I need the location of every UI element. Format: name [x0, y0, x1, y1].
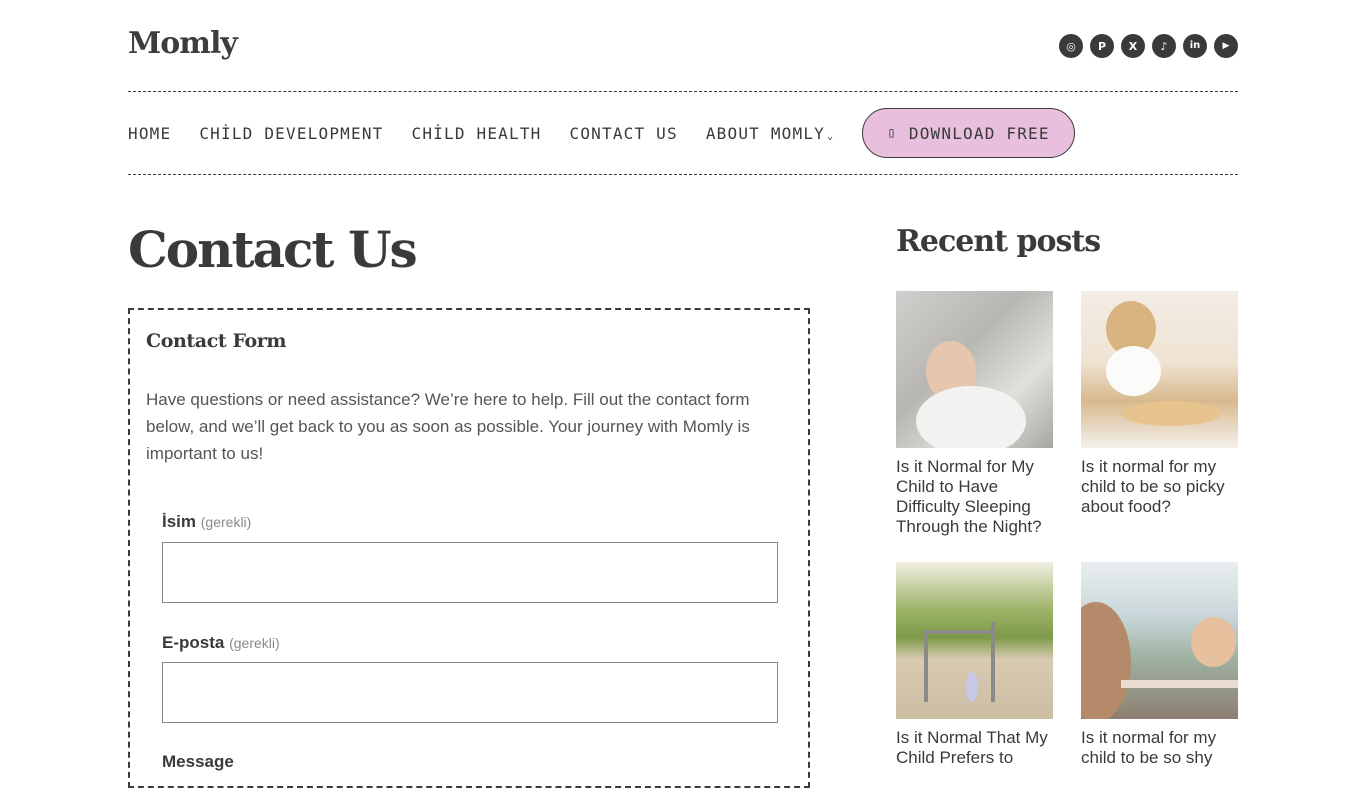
pinterest-icon[interactable]: P	[1090, 34, 1114, 58]
header-divider-top	[128, 91, 1238, 92]
x-icon[interactable]: X	[1121, 34, 1145, 58]
message-label: Message	[162, 752, 234, 771]
recent-post[interactable]: Is it Normal That My Child Prefers to	[896, 562, 1053, 768]
instagram-icon[interactable]: ◎	[1059, 34, 1083, 58]
site-logo[interactable]: Momly	[128, 26, 238, 61]
nav-about-momly-label: ABOUT MOMLY	[705, 123, 826, 143]
download-icon: ▯	[887, 125, 897, 141]
social-links: ◎ P X ♪ in ▶	[1059, 34, 1238, 58]
email-label-text: E-posta	[162, 633, 225, 652]
post-thumbnail[interactable]	[896, 291, 1053, 448]
post-title[interactable]: Is it Normal That My Child Prefers to	[896, 728, 1053, 768]
youtube-icon[interactable]: ▶	[1214, 34, 1238, 58]
recent-post[interactable]: Is it normal for my child to be so picky…	[1081, 291, 1238, 517]
name-required-note: (gerekli)	[200, 514, 252, 530]
post-thumbnail[interactable]	[1081, 562, 1238, 719]
post-thumbnail[interactable]	[1081, 291, 1238, 448]
recent-post[interactable]: Is it normal for my child to be so shy	[1081, 562, 1238, 768]
download-free-button[interactable]: ▯ DOWNLOAD FREE	[862, 108, 1075, 158]
nav-about-momly[interactable]: ABOUT MOMLY ⌄	[706, 124, 834, 143]
nav-home[interactable]: HOME	[128, 124, 171, 143]
name-label: İsim (gerekli)	[162, 512, 251, 532]
name-label-text: İsim	[162, 512, 197, 531]
header-divider-bottom	[128, 174, 1238, 175]
email-label: E-posta (gerekli)	[162, 633, 280, 653]
main-nav: HOME CHİLD DEVELOPMENT CHİLD HEALTH CONT…	[128, 108, 1075, 158]
nav-child-development[interactable]: CHİLD DEVELOPMENT	[199, 124, 383, 143]
nav-contact-us[interactable]: CONTACT US	[570, 124, 678, 143]
recent-posts-title: Recent posts	[896, 224, 1101, 259]
linkedin-icon[interactable]: in	[1183, 34, 1207, 58]
email-field[interactable]	[162, 662, 778, 723]
contact-form-heading: Contact Form	[146, 330, 287, 352]
post-title[interactable]: Is it normal for my child to be so shy	[1081, 728, 1238, 768]
contact-form-intro: Have questions or need assistance? We’re…	[146, 390, 750, 463]
post-title[interactable]: Is it normal for my child to be so picky…	[1081, 457, 1238, 517]
download-free-label: DOWNLOAD FREE	[908, 123, 1050, 143]
page-title: Contact Us	[128, 220, 418, 279]
tiktok-icon[interactable]: ♪	[1152, 34, 1176, 58]
post-title[interactable]: Is it Normal for My Child to Have Diffic…	[896, 457, 1053, 537]
recent-post[interactable]: Is it Normal for My Child to Have Diffic…	[896, 291, 1053, 537]
nav-child-health[interactable]: CHİLD HEALTH	[412, 124, 542, 143]
contact-form: Contact Form Have questions or need assi…	[128, 308, 810, 788]
post-thumbnail[interactable]	[896, 562, 1053, 719]
name-field[interactable]	[162, 542, 778, 603]
chevron-down-icon: ⌄	[827, 130, 835, 142]
email-required-note: (gerekli)	[229, 635, 280, 651]
